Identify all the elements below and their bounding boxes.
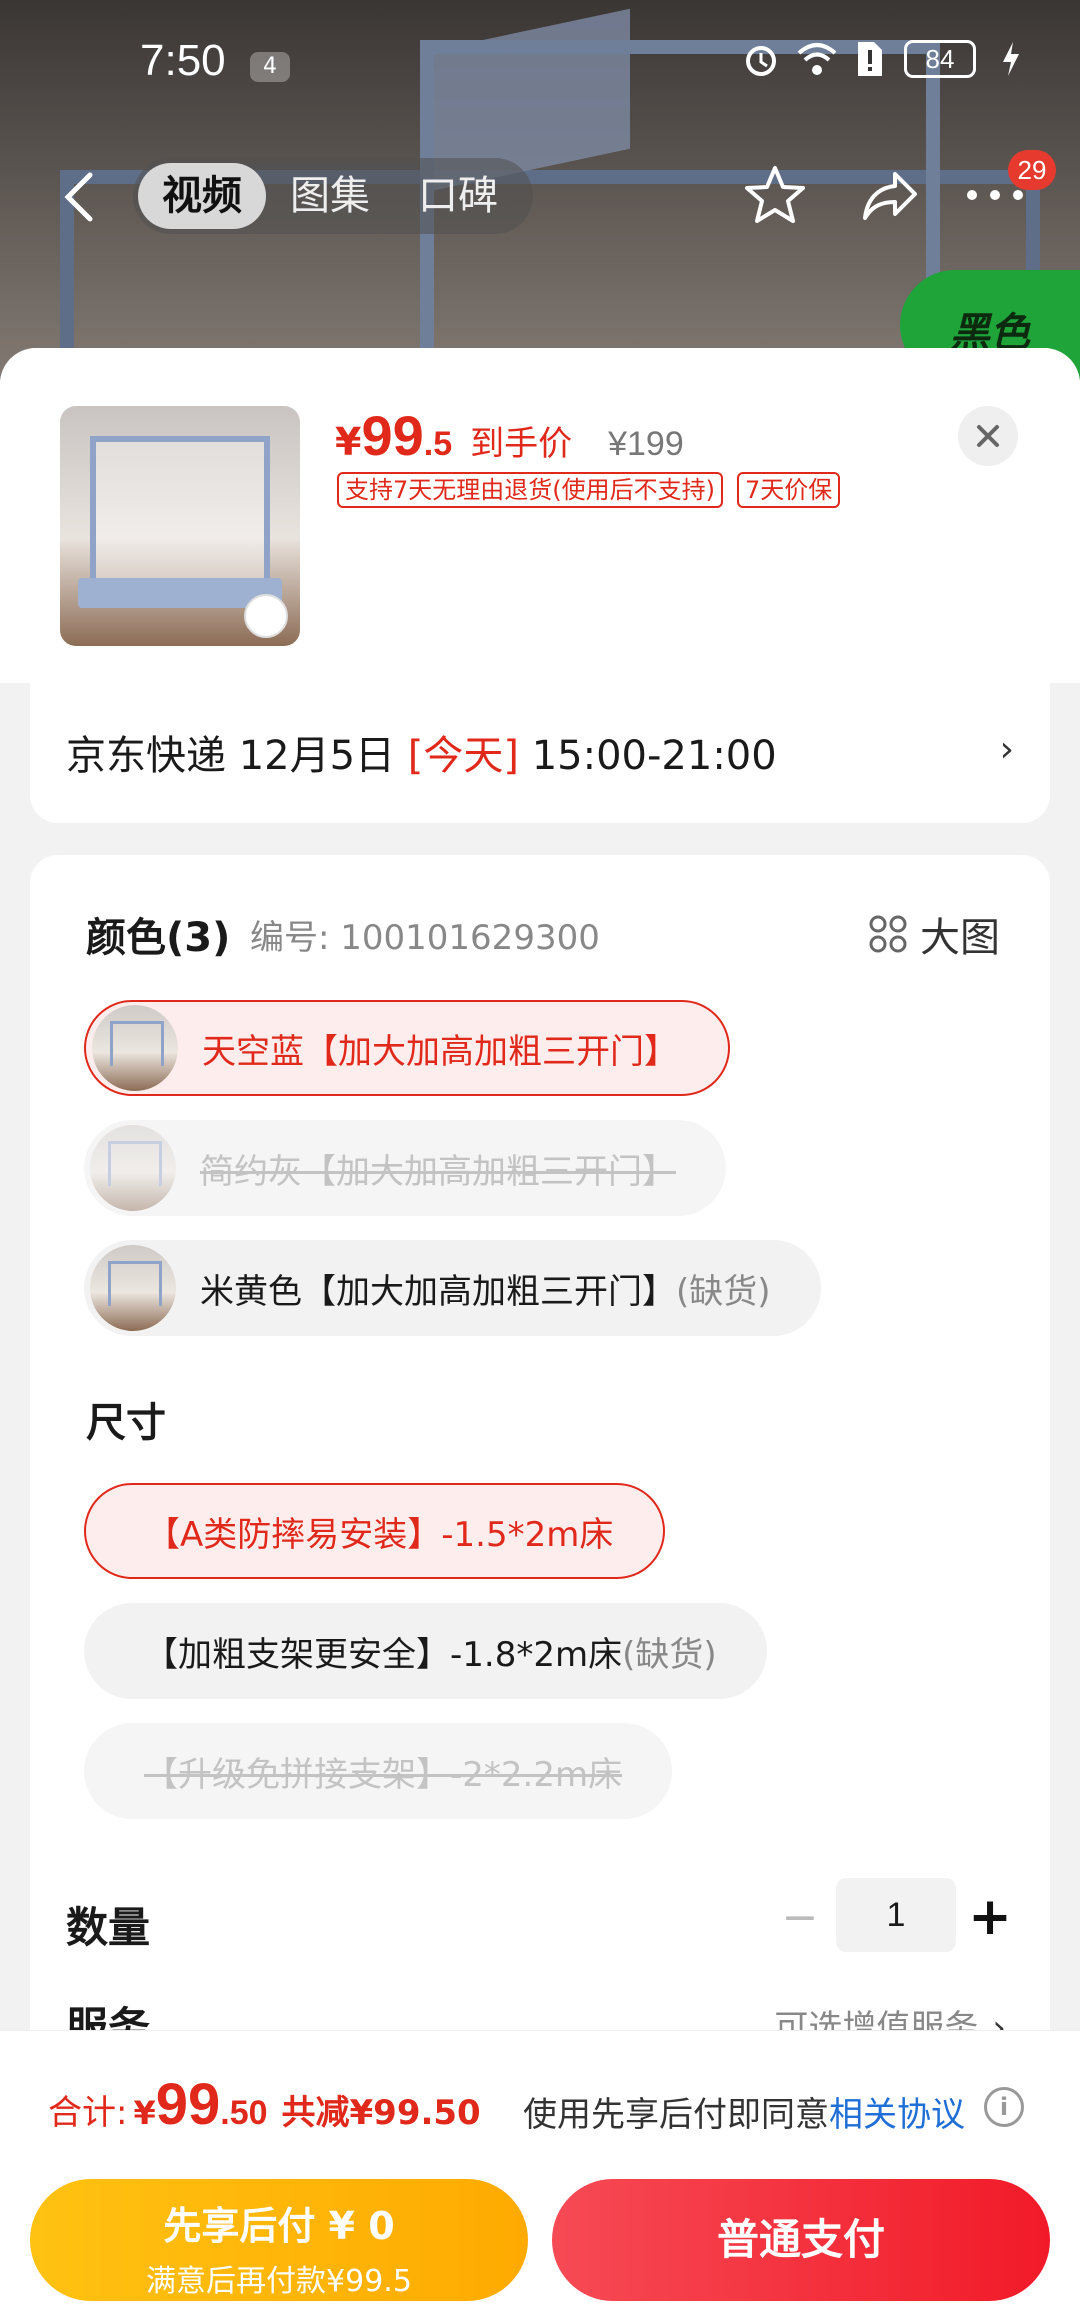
quantity-value[interactable]: 1 [836, 1878, 956, 1952]
delivery-window: 15:00-21:00 [519, 733, 777, 779]
big-picture-label: 大图 [920, 915, 1000, 961]
option-label: 米黄色【加大加高加粗三开门】 [200, 1271, 676, 1312]
alarm-icon [742, 40, 780, 78]
delivery-info[interactable]: 京东快递 12月5日 [今天] 15:00-21:00 › [30, 683, 1050, 823]
clock: 7:50 [140, 36, 226, 85]
size-option-2m: 【升级免拼接支架】-2*2.2m床 [84, 1723, 673, 1819]
option-thumbnail [92, 1005, 178, 1091]
total-label: 合计: [48, 2093, 128, 2133]
pay-later-title: 先享后付 ¥ 0 [163, 2204, 395, 2248]
thumb-net [90, 436, 270, 596]
sku-selection-sheet: ¥ 99 .5 到手价 ¥199 支持7天无理由退货(使用后不支持) 7天价保 … [0, 348, 1080, 2310]
checkout-bar: 合计: ¥ 99 .50 共减¥99.50 使用先享后付即同意相关协议 i 先享… [0, 2030, 1080, 2310]
return-policy-tag: 支持7天无理由退货(使用后不支持) [337, 472, 723, 508]
price-protect-tag: 7天价保 [737, 472, 841, 508]
out-of-stock-label: (缺货) [622, 1634, 717, 1675]
top-navigation: 视频 图集 口碑 29 [0, 150, 1080, 240]
price-currency: ¥ [335, 420, 362, 464]
favorite-button[interactable] [740, 160, 810, 234]
option-label: 【加粗支架更安全】-1.8*2m床 [144, 1634, 623, 1675]
agreement-prefix: 使用先享后付即同意 [523, 2095, 829, 2135]
charging-icon [992, 40, 1030, 78]
price-label: 到手价 [470, 424, 573, 464]
tab-reviews[interactable]: 口碑 [394, 163, 522, 229]
pay-later-button[interactable]: 先享后付 ¥ 0 满意后再付款¥99.5 [30, 2179, 528, 2301]
total-currency: ¥ [133, 2094, 156, 2132]
media-tabs: 视频 图集 口碑 [133, 158, 533, 234]
normal-pay-button[interactable]: 普通支付 [552, 2179, 1050, 2301]
product-thumbnail[interactable] [60, 406, 300, 646]
star-icon [745, 166, 805, 223]
price-integer: 99 [361, 404, 424, 467]
tab-video[interactable]: 视频 [138, 163, 266, 229]
size-section-title: 尺寸 [86, 1400, 166, 1446]
close-icon [977, 425, 999, 447]
battery-indicator: 84 [904, 40, 976, 78]
option-label: 【升级免拼接支架】-2*2.2m床 [144, 1754, 623, 1795]
price-decimal: .5 [423, 425, 453, 463]
back-button[interactable] [50, 160, 110, 230]
total-discount: 共减¥99.50 [281, 2093, 481, 2133]
original-price: ¥199 [608, 425, 684, 463]
notification-count: 4 [250, 52, 290, 82]
close-button[interactable] [958, 406, 1018, 466]
option-thumbnail [90, 1245, 176, 1331]
quantity-decrease-button[interactable]: − [770, 1888, 830, 1948]
quantity-label: 数量 [66, 1903, 151, 1952]
option-label: 简约灰【加大加高加粗三开门】 [200, 1151, 676, 1192]
color-option-sky-blue[interactable]: 天空蓝【加大加高加粗三开门】 [84, 1000, 730, 1096]
color-section-title: 颜色(3) [86, 915, 231, 961]
total-integer: 99 [155, 2072, 221, 2137]
grid-icon [869, 915, 907, 953]
price-row: ¥ 99 .5 到手价 ¥199 [335, 403, 684, 468]
delivery-today: [今天] [407, 733, 519, 779]
color-option-beige[interactable]: 米黄色【加大加高加粗三开门】 (缺货) [84, 1240, 821, 1336]
chevron-left-icon [64, 172, 93, 222]
agreement-link[interactable]: 相关协议 [829, 2095, 965, 2135]
out-of-stock-label: (缺货) [676, 1271, 771, 1312]
total-price: 合计: ¥ 99 .50 共减¥99.50 [48, 2071, 481, 2138]
delivery-carrier-date: 京东快递 12月5日 [66, 733, 408, 779]
sim-alert-icon [850, 40, 888, 78]
share-icon [863, 172, 917, 220]
status-icons: 84 [742, 40, 1030, 78]
agreement-text: 使用先享后付即同意相关协议 [523, 2087, 965, 2136]
color-option-gray: 简约灰【加大加高加粗三开门】 [84, 1120, 726, 1216]
delivery-text: 京东快递 12月5日 [今天] 15:00-21:00 [66, 723, 777, 781]
size-option-1-5m[interactable]: 【A类防摔易安装】-1.5*2m床 [84, 1483, 666, 1579]
service-tags: 支持7天无理由退货(使用后不支持) 7天价保 [337, 472, 841, 508]
size-option-1-8m[interactable]: 【加粗支架更安全】-1.8*2m床 (缺货) [84, 1603, 767, 1699]
thumb-seal [244, 594, 288, 638]
wifi-icon [796, 40, 837, 78]
big-picture-button[interactable]: 大图 [868, 905, 1000, 963]
option-label: 【A类防摔易安装】-1.5*2m床 [146, 1514, 614, 1555]
status-bar: 7:50 4 84 [0, 30, 1080, 100]
share-button[interactable] [855, 160, 925, 234]
message-count-badge: 29 [1008, 150, 1056, 190]
tab-gallery[interactable]: 图集 [266, 163, 394, 229]
quantity-increase-button[interactable]: + [960, 1882, 1020, 1952]
chevron-right-icon: › [999, 729, 1014, 770]
sku-code: 编号: 100101629300 [250, 918, 600, 958]
total-decimal: .50 [220, 2094, 268, 2132]
info-icon[interactable]: i [984, 2087, 1024, 2127]
sheet-header: ¥ 99 .5 到手价 ¥199 支持7天无理由退货(使用后不支持) 7天价保 [0, 348, 1080, 683]
quantity-row: 数量 − 1 + [30, 1868, 1050, 1978]
option-label: 天空蓝【加大加高加粗三开门】 [202, 1031, 678, 1072]
pay-later-subtitle: 满意后再付款¥99.5 [146, 2264, 412, 2299]
option-thumbnail [90, 1125, 176, 1211]
